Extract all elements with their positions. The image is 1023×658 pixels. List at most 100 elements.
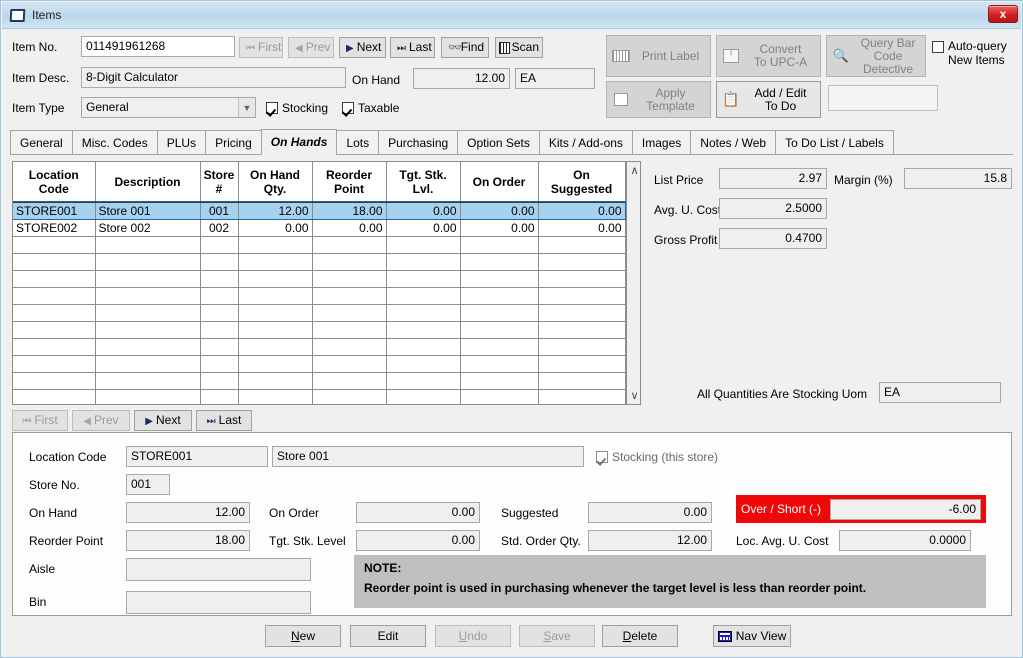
table-cell-empty	[312, 355, 387, 373]
save-button[interactable]: Save	[519, 625, 595, 647]
table-row-empty[interactable]	[13, 389, 626, 404]
detail-suggested-value[interactable]: 0.00	[588, 502, 712, 523]
record-last-label: Last	[409, 40, 432, 54]
table-cell-empty	[238, 287, 313, 305]
table-cell-empty	[95, 321, 201, 339]
header-blank-input[interactable]	[828, 85, 938, 111]
table-row-empty[interactable]	[13, 270, 626, 288]
convert-to-upca-button[interactable]: || Convert To UPC-A	[716, 35, 821, 77]
grid-first-button[interactable]: ⏮ First	[12, 410, 68, 431]
table-row-empty[interactable]	[13, 321, 626, 339]
record-next-label: Next	[356, 40, 382, 54]
table-row-empty[interactable]	[13, 236, 626, 254]
table-cell: Store 002	[95, 219, 201, 237]
on-hands-grid[interactable]: Location Code Description Store # On Hand Qty.…	[12, 161, 641, 405]
close-icon[interactable]: x	[988, 5, 1018, 23]
record-prev-button[interactable]: ◀ Prev	[288, 37, 334, 58]
detail-on-order-value[interactable]: 0.00	[356, 502, 480, 523]
scan-button[interactable]: Scan	[495, 37, 543, 58]
table-cell-empty	[238, 253, 313, 271]
grid-prev-button[interactable]: ◀ Prev	[72, 410, 130, 431]
grid-next-button[interactable]: ▶ Next	[134, 410, 192, 431]
table-row-empty[interactable]	[13, 355, 626, 373]
record-last-button[interactable]: ⏭ Last	[390, 37, 435, 58]
table-row-empty[interactable]	[13, 287, 626, 305]
table-cell-empty	[386, 287, 461, 305]
tab-to-do-list-labels[interactable]: To Do List / Labels	[775, 130, 894, 155]
record-first-button[interactable]: ⏮ First	[239, 37, 283, 58]
detail-reorder-point-value[interactable]: 18.00	[126, 530, 250, 551]
tab-notes-web[interactable]: Notes / Web	[690, 130, 777, 155]
print-label-button[interactable]: Print Label	[606, 35, 711, 77]
column-header-line2: Point	[334, 181, 364, 196]
find-button[interactable]: 👓Find	[441, 37, 489, 58]
detail-std-order-qty-label: Std. Order Qty.	[501, 534, 581, 548]
table-row[interactable]: STORE002 Store 002 002 0.00 0.00 0.00 0.00 0.00	[13, 219, 626, 237]
detail-on-hand-value[interactable]: 12.00	[126, 502, 250, 523]
scroll-up-icon[interactable]: ∧	[627, 162, 641, 179]
table-row-empty[interactable]	[13, 338, 626, 356]
table-cell: 0.00	[538, 219, 626, 237]
detail-suggested-label: Suggested	[501, 506, 559, 520]
tab-kits-add-ons[interactable]: Kits / Add-ons	[538, 130, 633, 155]
tab-pricing[interactable]: Pricing	[205, 130, 262, 155]
bin-input[interactable]	[126, 591, 311, 614]
tab-images[interactable]: Images	[631, 130, 692, 155]
new-button[interactable]: New	[265, 625, 341, 647]
table-row-empty[interactable]	[13, 372, 626, 390]
column-header[interactable]: Description	[95, 162, 201, 203]
table-row-empty[interactable]	[13, 304, 626, 322]
table-cell-empty	[200, 338, 239, 356]
column-header[interactable]: Store #	[200, 162, 239, 203]
column-header[interactable]: On Suggested	[538, 162, 626, 203]
tab-plus[interactable]: PLUs	[156, 130, 207, 155]
tab-option-sets[interactable]: Option Sets	[457, 130, 540, 155]
table-cell-empty	[538, 321, 626, 339]
table-row[interactable]: STORE001 Store 001 001 12.00 18.00 0.00 0.00 0.…	[13, 201, 626, 220]
tab-misc-codes[interactable]: Misc. Codes	[71, 130, 158, 155]
edit-button[interactable]: Edit	[350, 625, 426, 647]
nav-view-button[interactable]: Nav View	[713, 625, 791, 647]
magnifier-icon: 🔍	[832, 48, 850, 63]
nav-view-label: Nav View	[735, 629, 787, 643]
undo-mnemonic: U	[458, 629, 468, 643]
record-next-button[interactable]: ▶ Next	[339, 37, 386, 58]
table-cell-empty	[95, 372, 201, 390]
store-no-value[interactable]: 001	[126, 474, 170, 495]
stocking-this-store-checkbox[interactable]: Stocking (this store)	[596, 450, 718, 464]
undo-button[interactable]: Undo	[435, 625, 511, 647]
query-bar-code-detective-button[interactable]: 🔍 Query Bar Code Detective	[826, 35, 926, 77]
detail-std-order-qty-value[interactable]: 12.00	[588, 530, 712, 551]
tab-on-hands[interactable]: On Hands	[260, 129, 338, 155]
add-edit-todo-button[interactable]: 📋 Add / Edit To Do	[716, 81, 821, 118]
grid-last-button[interactable]: ⏭ Last	[196, 410, 252, 431]
table-row-empty[interactable]	[13, 253, 626, 271]
tab-purchasing[interactable]: Purchasing	[378, 130, 459, 155]
aisle-input[interactable]	[126, 558, 311, 581]
column-header[interactable]: Tgt. Stk. Lvl.	[386, 162, 461, 203]
taxable-checkbox[interactable]: Taxable	[342, 101, 399, 115]
column-header[interactable]: Reorder Point	[312, 162, 387, 203]
table-cell-empty	[200, 287, 239, 305]
auto-query-new-items-checkbox[interactable]: Auto-query New Items	[932, 39, 1022, 67]
column-header[interactable]: On Hand Qty.	[238, 162, 313, 203]
location-code-value[interactable]: STORE001	[126, 446, 268, 467]
apply-template-button[interactable]: Apply Template	[606, 81, 711, 118]
detail-tgt-stk-level-value[interactable]: 0.00	[356, 530, 480, 551]
scroll-down-icon[interactable]: ∨	[627, 387, 641, 404]
column-header[interactable]: On Order	[460, 162, 539, 203]
column-header[interactable]: Location Code	[13, 162, 96, 203]
delete-button[interactable]: Delete	[602, 625, 678, 647]
tab-lots[interactable]: Lots	[336, 130, 380, 155]
table-cell-empty	[312, 270, 387, 288]
gross-profit-label: Gross Profit	[654, 233, 718, 247]
item-desc-input[interactable]: 8-Digit Calculator	[81, 67, 346, 88]
item-type-select[interactable]: General ▼	[81, 97, 256, 118]
location-description-value[interactable]: Store 001	[272, 446, 584, 467]
item-no-input[interactable]: 011491961268	[81, 36, 235, 57]
column-header-line1: Description	[114, 174, 181, 189]
grid-scrollbar[interactable]: ∧ ∨	[625, 162, 641, 404]
stocking-checkbox[interactable]: Stocking	[266, 101, 328, 115]
all-quantities-label: All Quantities Are Stocking Uom	[697, 387, 868, 401]
tab-general[interactable]: General	[10, 130, 73, 155]
